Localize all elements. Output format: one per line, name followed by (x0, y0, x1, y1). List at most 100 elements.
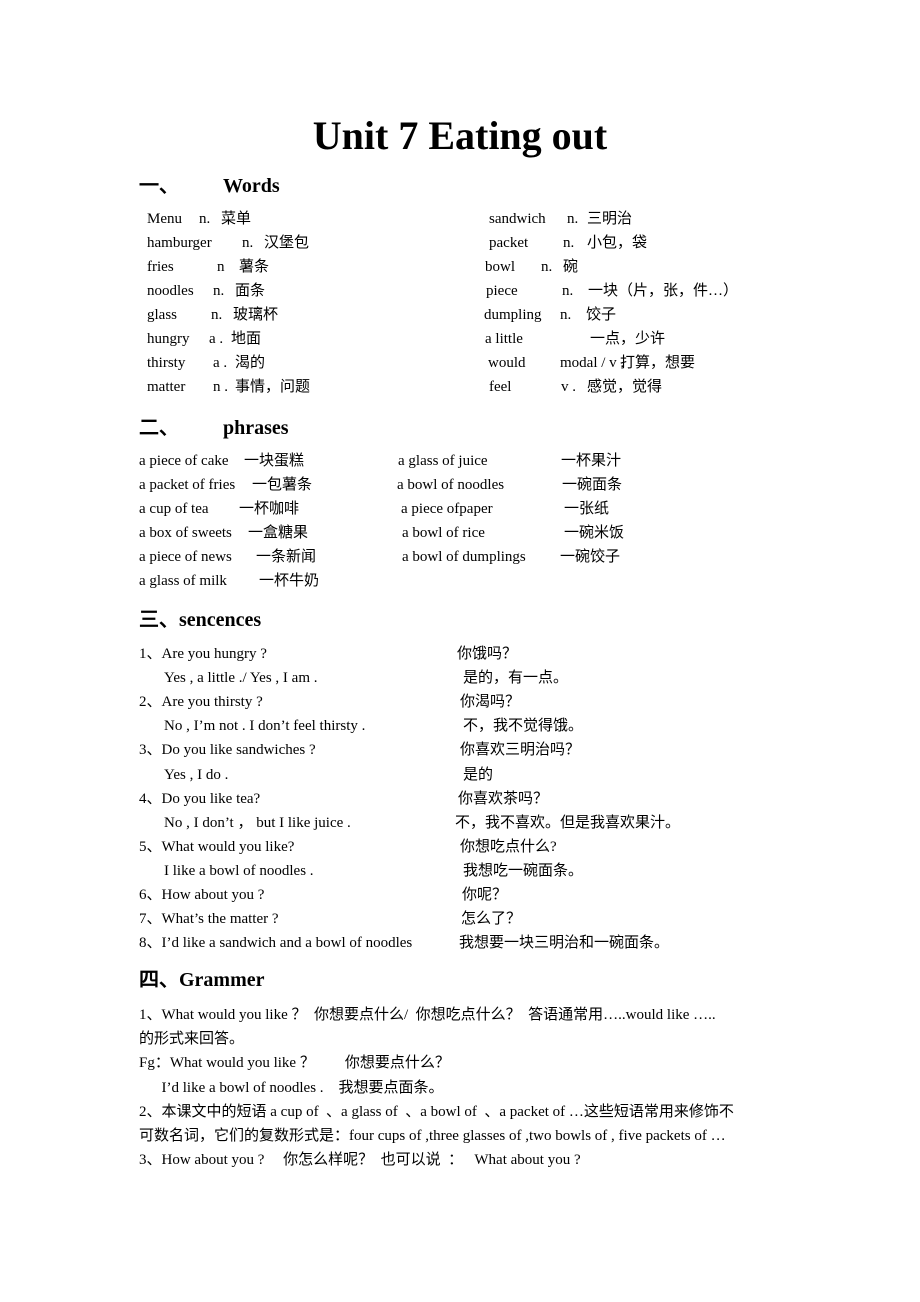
sentence-en: 2、Are you thirsty ? (139, 694, 263, 711)
word-meaning: 感觉，觉得 (587, 379, 663, 395)
section-heading-grammar: 四、Grammer (139, 970, 265, 990)
word-term: noodles (147, 283, 194, 299)
sentence-zh: 你饿吗？ (457, 646, 518, 662)
word-meaning: 碗 (563, 259, 579, 275)
word-meaning: 一点，少许 (590, 331, 666, 347)
phrase-zh: 一杯咖啡 (239, 501, 300, 517)
word-meaning: 三明治 (587, 211, 633, 227)
phrase-en: a box of sweets (139, 525, 232, 541)
sentence-en: No , I’m not . I don’t feel thirsty . (164, 718, 366, 735)
word-meaning: 事情，问题 (235, 379, 311, 395)
word-pos: modal / v . (560, 355, 625, 371)
word-meaning: 面条 (235, 283, 266, 299)
word-pos: n. (567, 211, 579, 227)
section-label: Words (223, 175, 280, 197)
section-label: phrases (223, 417, 289, 439)
phrase-en: a bowl of noodles (397, 477, 505, 493)
sentence-zh: 不，我不觉得饿。 (463, 718, 584, 735)
sentence-en: No , I don’t ， but I like juice . (164, 814, 351, 831)
section-label: Grammer (179, 969, 265, 991)
word-meaning: 小包，袋 (587, 235, 648, 251)
section-number: 四、 (139, 969, 179, 991)
sentence-zh: 不，我不喜欢。但是我喜欢果汁。 (455, 814, 681, 831)
word-meaning: 一块（片，张，件…） (588, 283, 739, 299)
word-pos: n. (199, 211, 211, 227)
grammar-line: 1、What would you like ？ 你想要点什么/ 你想吃点什么？ … (139, 1007, 716, 1023)
sentence-zh: 你想吃点什么? (460, 838, 557, 855)
sentence-en: 3、Do you like sandwiches ? (139, 742, 316, 759)
sentence-zh: 我想吃一碗面条。 (463, 862, 584, 879)
phrase-zh: 一杯果汁 (561, 453, 622, 469)
sentence-zh: 我想要一块三明治和一碗面条。 (459, 935, 670, 952)
word-pos: n. (213, 283, 225, 299)
page-title: Unit 7 Eating out (312, 113, 608, 158)
sentence-en: 7、What’s the matter ? (139, 911, 279, 928)
sentence-zh: 你喜欢三明治吗？ (460, 742, 581, 759)
word-term: Menu (147, 211, 182, 227)
phrase-zh: 一盒糖果 (248, 525, 309, 541)
grammar-line: 2、本课文中的短语 a cup of 、a glass of 、a bowl o… (139, 1103, 734, 1120)
word-term: feel (489, 379, 512, 395)
word-meaning: 打算，想要 (620, 355, 696, 371)
phrase-en: a cup of tea (139, 501, 209, 517)
word-pos: a . (213, 355, 228, 371)
word-pos: n (217, 259, 225, 275)
word-meaning: 渴的 (235, 355, 266, 371)
word-meaning: 饺子 (586, 307, 617, 323)
sentence-zh: 是的 (463, 766, 494, 783)
word-pos: v . (561, 379, 576, 395)
word-term: would (488, 355, 526, 371)
sentence-zh: 是的，有一点。 (463, 670, 569, 687)
phrase-en: a glass of juice (398, 453, 488, 469)
word-term: thirsty (147, 355, 186, 371)
word-term: sandwich (489, 211, 546, 227)
grammar-line: 3、How about you ? 你怎么样呢？ 也可以说 ： What abo… (139, 1152, 581, 1169)
word-term: glass (147, 307, 177, 323)
word-term: matter (147, 379, 186, 395)
phrase-zh: 一碗饺子 (560, 549, 621, 565)
sentence-en: Yes , I do . (164, 766, 229, 783)
sentence-en: 4、Do you like tea? (139, 790, 261, 807)
phrase-zh: 一条新闻 (256, 549, 317, 565)
sentence-en: 8、I’d like a sandwich and a bowl of nood… (139, 935, 413, 952)
phrase-zh: 一杯牛奶 (259, 573, 320, 589)
word-term: bowl (485, 259, 515, 275)
word-meaning: 汉堡包 (264, 235, 310, 251)
word-term: hungry (147, 331, 190, 347)
phrase-en: a bowl of rice (402, 525, 485, 541)
word-term: dumpling (484, 307, 542, 323)
sentence-zh: 你呢？ (462, 887, 508, 903)
word-pos: n. (562, 283, 574, 299)
section-number: 二、 (139, 417, 179, 439)
grammar-line: Fg：What would you like ？ 你想要点什么？ (139, 1055, 450, 1072)
sentence-en: 5、What would you like? (139, 838, 295, 855)
word-term: fries (147, 259, 174, 275)
phrase-zh: 一块蛋糕 (244, 453, 305, 469)
phrase-zh: 一包薯条 (252, 477, 313, 493)
grammar-line: 的形式来回答。 (139, 1031, 245, 1048)
section-label: sencences (179, 609, 262, 631)
word-pos: n. (560, 307, 572, 323)
section-heading-sentences: 三、sencences (139, 610, 261, 630)
phrase-en: a glass of milk (139, 573, 227, 589)
section-number: 一、 (139, 175, 179, 197)
phrase-zh: 一张纸 (564, 501, 610, 517)
word-term: a little (485, 331, 523, 347)
word-meaning: 菜单 (221, 211, 252, 227)
word-pos: n. (242, 235, 254, 251)
word-pos: n. (563, 235, 575, 251)
word-pos: n. (541, 259, 553, 275)
grammar-line: I’d like a bowl of noodles . 我想要点面条。 (139, 1079, 444, 1096)
section-heading-words: 一、 Words (139, 176, 280, 196)
phrase-zh: 一碗面条 (562, 477, 623, 493)
word-term: piece (486, 283, 518, 299)
word-pos: n. (211, 307, 223, 323)
sentence-en: I like a bowl of noodles . (164, 862, 314, 879)
sentence-en: Yes , a little ./ Yes , I am . (164, 670, 318, 687)
phrase-en: a piece of news (139, 549, 232, 565)
sentence-zh: 你喜欢茶吗？ (458, 790, 549, 807)
phrase-en: a piece of cake (139, 453, 229, 469)
phrase-en: a packet of fries (139, 477, 236, 493)
phrase-en: a piece ofpaper (401, 501, 493, 517)
sentence-en: 6、How about you ? (139, 887, 265, 903)
